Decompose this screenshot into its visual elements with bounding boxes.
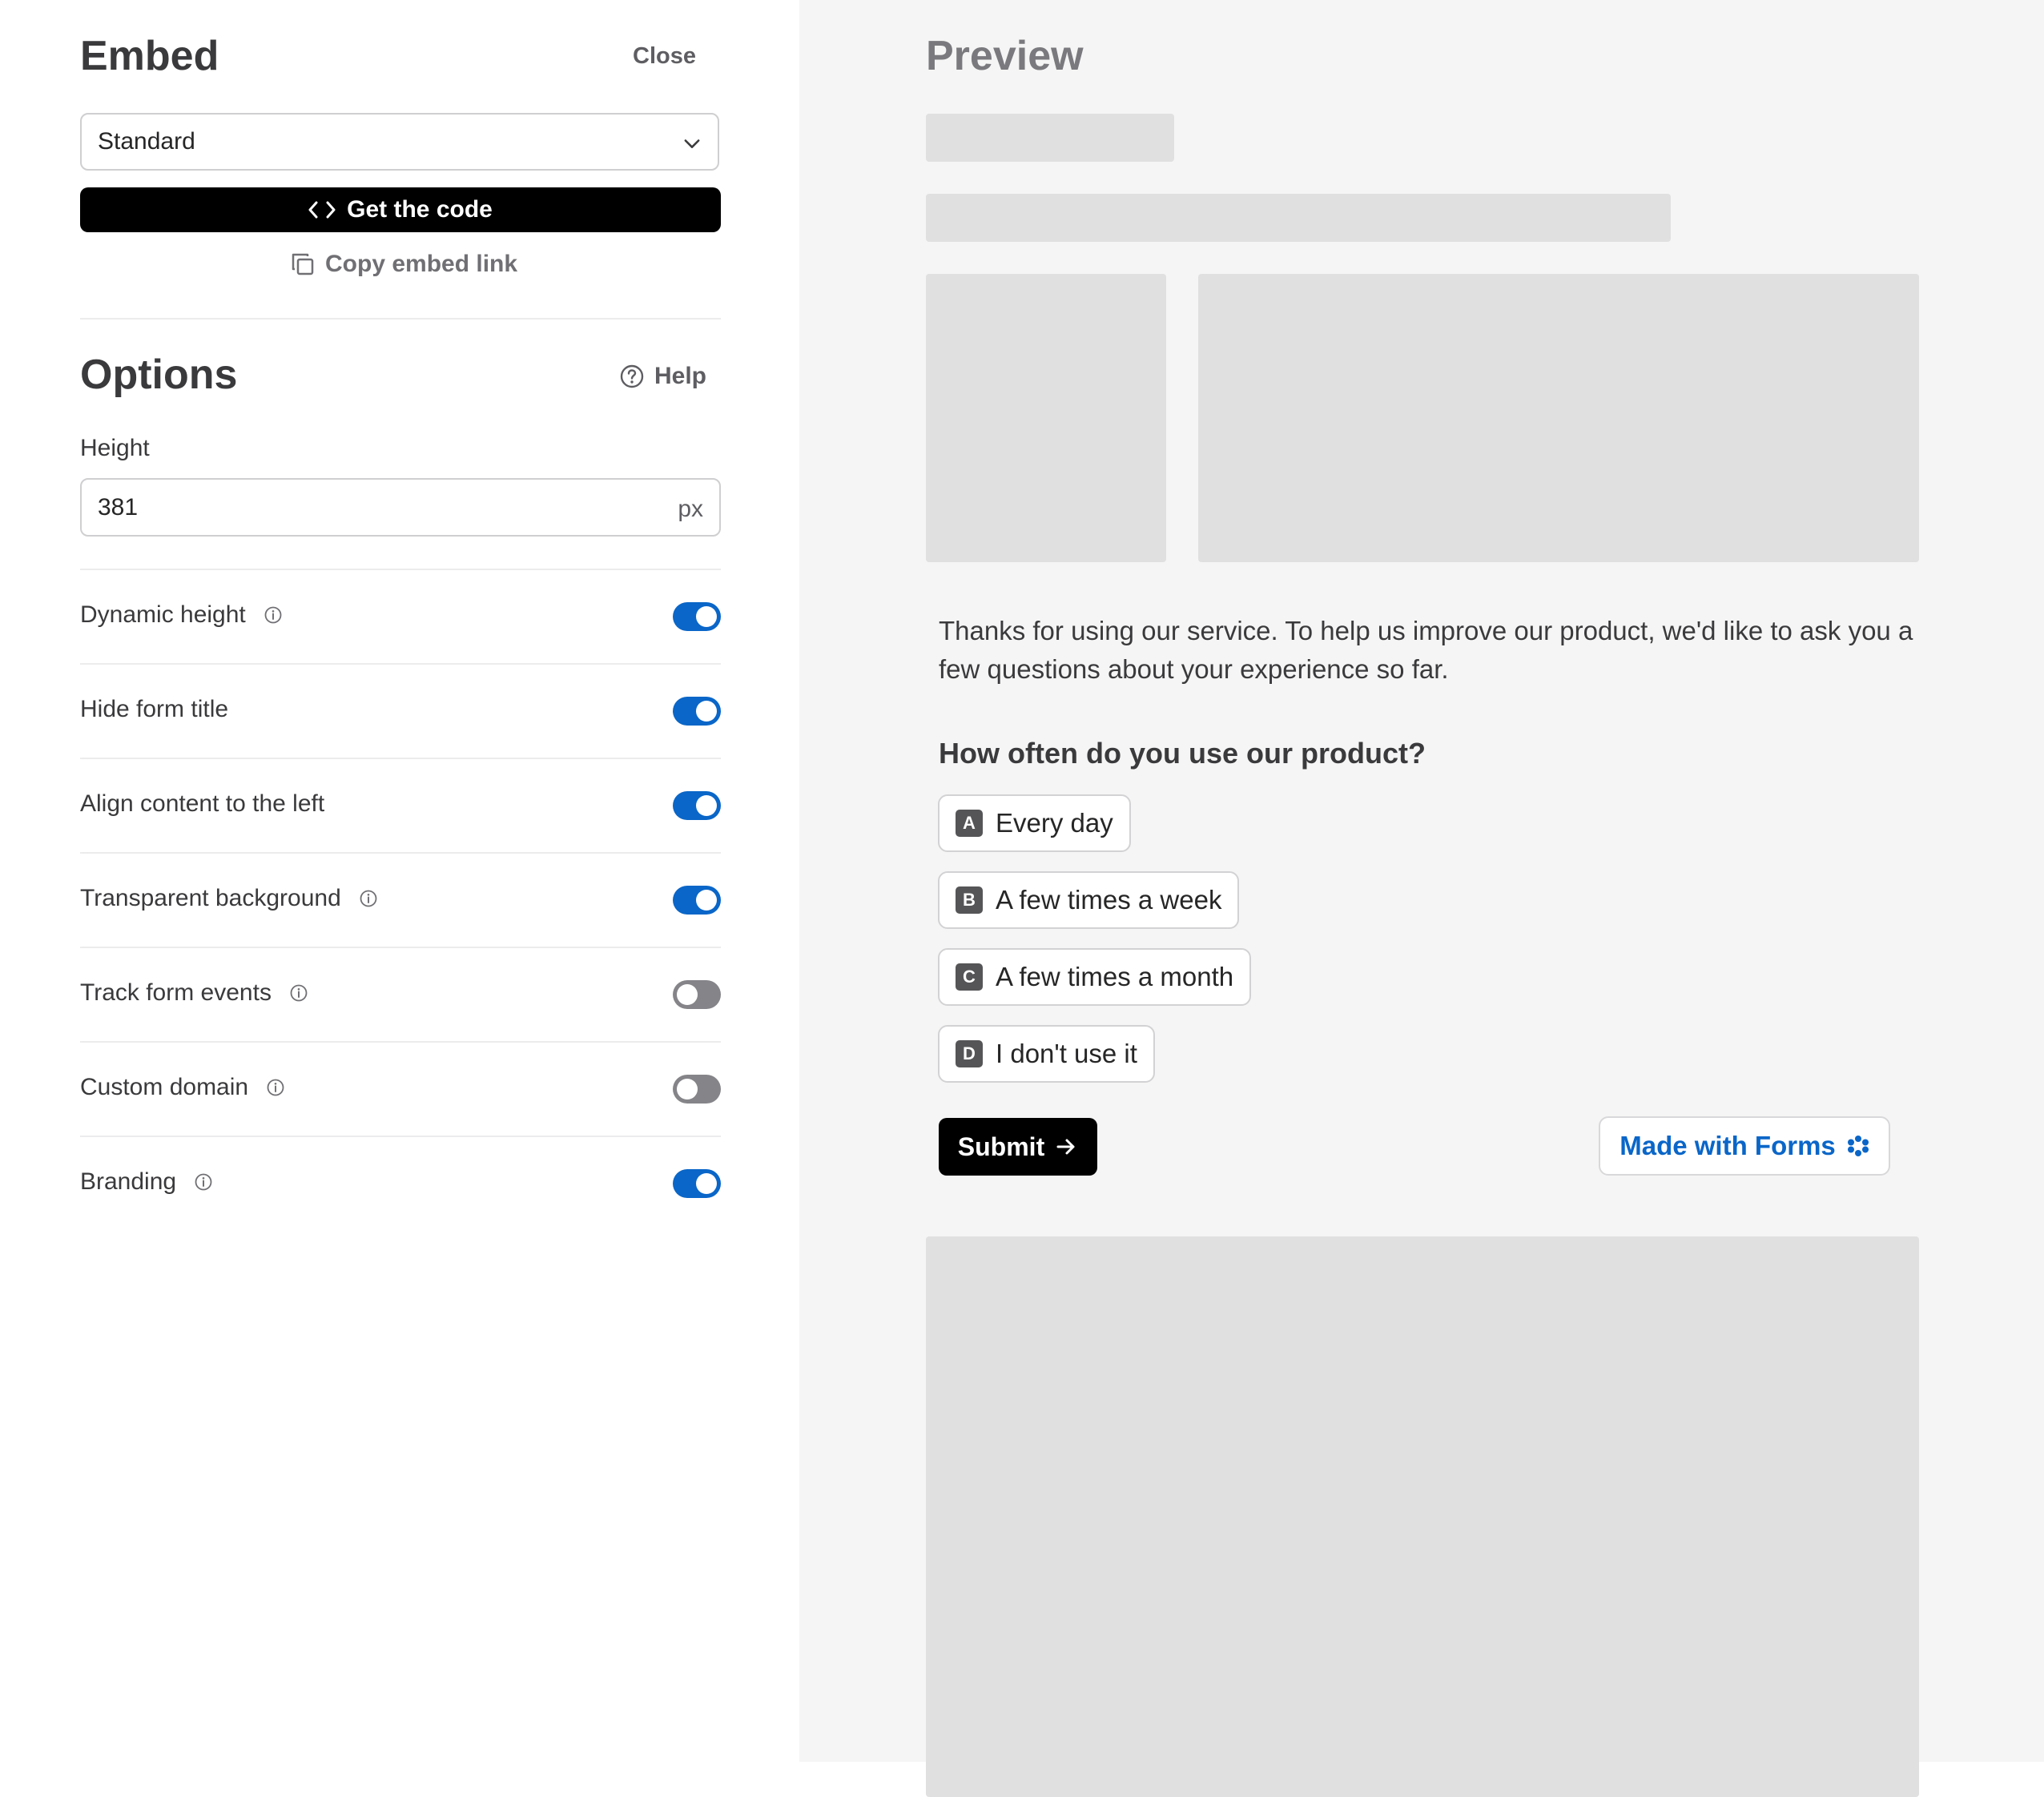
option-row: Transparent background (80, 854, 721, 948)
choice-label: A few times a week (996, 885, 1222, 915)
option-label-group: Align content to the left (80, 790, 324, 818)
height-input[interactable]: 381 px (80, 478, 721, 537)
info-icon[interactable] (266, 1078, 285, 1097)
choice-label: A few times a month (996, 962, 1234, 991)
embed-title: Embed (80, 33, 219, 79)
height-label: Height (80, 435, 150, 461)
chevron-down-icon (684, 139, 700, 148)
made-with-forms-badge[interactable]: Made with Forms (1599, 1116, 1890, 1176)
get-code-label: Get the code (347, 196, 493, 223)
option-row: Hide form title (80, 665, 721, 759)
toggle-knob (677, 1079, 698, 1100)
close-button[interactable]: Close (633, 43, 696, 70)
toggle-knob (696, 606, 717, 627)
height-value: 381 (98, 493, 139, 521)
submit-label: Submit (957, 1132, 1045, 1161)
option-row: Custom domain (80, 1043, 721, 1137)
option-toggle[interactable] (673, 791, 721, 820)
choice-option[interactable]: A Every day (938, 794, 1131, 852)
help-label: Help (654, 363, 707, 389)
copy-icon (292, 253, 314, 275)
skeleton-block (926, 1236, 1919, 1797)
option-row: Align content to the left (80, 759, 721, 854)
option-label-group: Transparent background (80, 885, 378, 912)
made-with-forms-label: Made with Forms (1620, 1131, 1836, 1160)
toggle-knob (696, 1173, 717, 1194)
option-row: Branding (80, 1137, 721, 1232)
option-row: Dynamic height (80, 570, 721, 665)
preview-panel: Preview Thanks for using our service. To… (799, 0, 2044, 1797)
option-label: Branding (80, 1168, 177, 1195)
option-toggle[interactable] (673, 1075, 721, 1104)
info-icon[interactable] (264, 605, 283, 625)
option-label-group: Dynamic height (80, 601, 283, 629)
option-label: Align content to the left (80, 790, 325, 817)
choice-key-badge: A (956, 810, 983, 837)
option-label: Track form events (80, 979, 272, 1006)
choice-option[interactable]: C A few times a month (938, 948, 1252, 1006)
copy-embed-link-button[interactable]: Copy embed link (290, 251, 517, 278)
info-icon[interactable] (359, 889, 378, 908)
arrow-right-icon (1056, 1139, 1075, 1155)
option-label: Hide form title (80, 696, 229, 722)
option-toggle[interactable] (673, 980, 721, 1009)
skeleton-block (926, 194, 1671, 242)
submit-button[interactable]: Submit (939, 1118, 1097, 1176)
toggle-knob (696, 890, 717, 911)
option-label: Transparent background (80, 885, 341, 911)
option-toggle[interactable] (673, 602, 721, 631)
help-button[interactable]: Help (619, 363, 706, 390)
embed-mode-value: Standard (98, 128, 195, 155)
code-icon (308, 201, 336, 219)
copy-embed-link-label: Copy embed link (325, 251, 518, 277)
option-label-group: Custom domain (80, 1074, 285, 1101)
section-divider (80, 318, 721, 320)
option-label: Dynamic height (80, 601, 246, 628)
get-code-button[interactable]: Get the code (80, 187, 721, 232)
option-label-group: Branding (80, 1168, 213, 1196)
choice-key-badge: B (956, 886, 983, 914)
toggle-knob (696, 701, 717, 722)
info-icon[interactable] (194, 1172, 213, 1192)
option-row: Track form events (80, 948, 721, 1043)
info-icon[interactable] (289, 983, 308, 1003)
form-intro-text: Thanks for using our service. To help us… (939, 616, 1913, 684)
option-toggle[interactable] (673, 697, 721, 726)
choice-key-badge: C (956, 963, 983, 991)
skeleton-block (1198, 274, 1919, 562)
option-label: Custom domain (80, 1074, 249, 1100)
option-toggle[interactable] (673, 886, 721, 915)
embed-panel: Embed Close Standard Get the code Copy e… (0, 0, 799, 1762)
form-question: How often do you use our product? (939, 737, 1426, 770)
choice-label: Every day (996, 808, 1113, 838)
option-label-group: Track form events (80, 979, 308, 1007)
preview-title: Preview (926, 33, 1084, 79)
option-toggle[interactable] (673, 1169, 721, 1198)
choice-key-badge: D (956, 1040, 983, 1067)
choice-option[interactable]: D I don't use it (938, 1025, 1155, 1083)
toggle-knob (696, 795, 717, 816)
help-icon (620, 364, 644, 388)
choice-option[interactable]: B A few times a week (938, 871, 1240, 929)
skeleton-block (926, 114, 1174, 162)
option-label-group: Hide form title (80, 696, 228, 723)
toggle-knob (677, 984, 698, 1005)
skeleton-block (926, 274, 1166, 562)
choice-label: I don't use it (996, 1039, 1137, 1068)
options-title: Options (80, 352, 238, 398)
height-unit: px (678, 496, 703, 522)
asterisk-flower-icon (1847, 1136, 1869, 1156)
embed-mode-select[interactable]: Standard (80, 113, 719, 171)
